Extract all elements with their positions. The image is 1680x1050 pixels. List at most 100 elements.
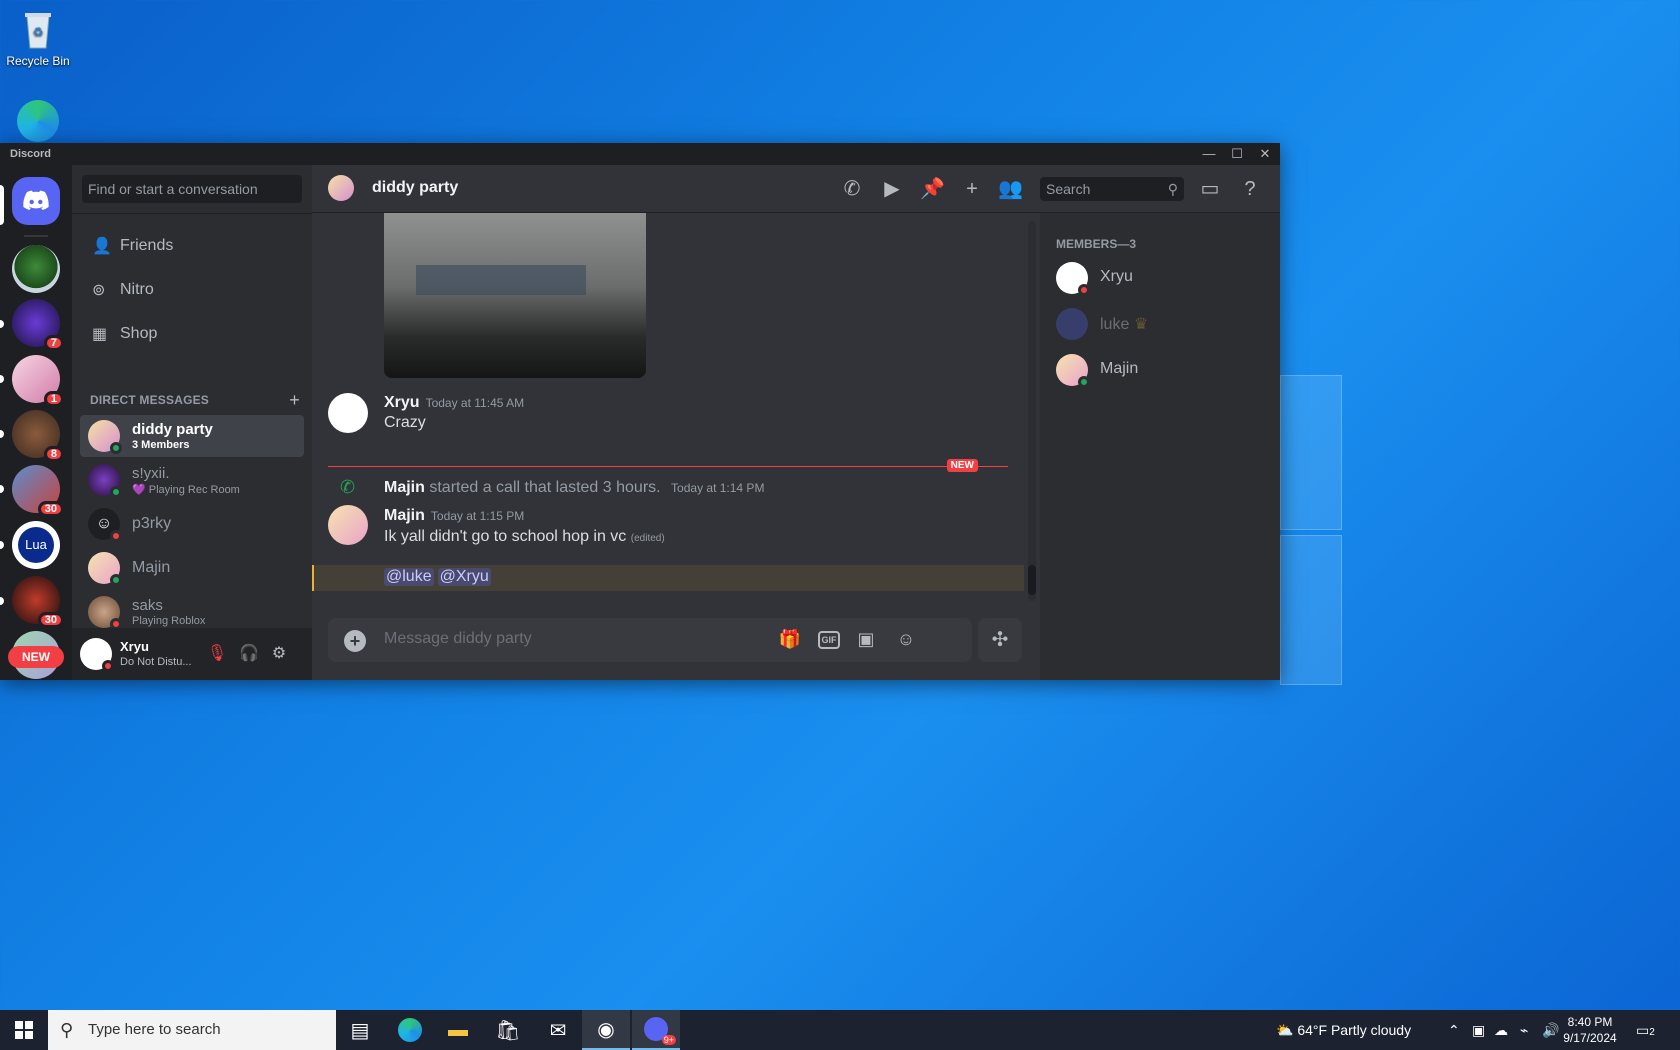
gift-icon[interactable]: 🎁 — [778, 629, 802, 651]
chat-header: diddy party ✆ ▶ 📌 + 👥 Search ⚲ ▭ ? — [312, 165, 1280, 213]
store-icon[interactable]: 🛍 — [484, 1010, 532, 1050]
xryu-avatar[interactable] — [328, 393, 368, 433]
recycle-bin-icon[interactable]: ♻ Recycle Bin — [0, 8, 76, 68]
dm-item-diddy-party[interactable]: diddy party 3 Members — [80, 415, 304, 457]
dm-name: diddy party — [132, 421, 213, 438]
message-body: Ik yall didn't go to school hop in vc — [384, 528, 627, 545]
mention-xryu[interactable]: @Xryu — [437, 568, 491, 586]
edge-desktop-icon[interactable] — [0, 100, 76, 146]
dm-name: s!yxii. — [132, 465, 170, 482]
direct-messages-title: DIRECT MESSAGES — [90, 393, 210, 407]
search-icon: ⚲ — [60, 1020, 74, 1040]
taskbar-search-placeholder: Type here to search — [88, 1021, 221, 1038]
show-member-list-icon[interactable]: 👥 — [998, 177, 1023, 201]
server-lua[interactable]: Lua — [12, 521, 60, 569]
message-input[interactable]: Message diddy party — [384, 630, 532, 648]
nav-shop[interactable]: ▦ Shop — [80, 313, 304, 355]
scroll-thumb[interactable] — [1028, 565, 1036, 595]
inbox-icon[interactable]: ▭ — [1198, 177, 1222, 201]
unread-pill — [0, 375, 4, 383]
unread-pill — [0, 541, 4, 549]
taskbar-search[interactable]: ⚲ Type here to search — [48, 1010, 336, 1050]
show-hidden-icons-chevron-icon[interactable]: ⌃ — [1448, 1010, 1460, 1050]
notification-center-icon[interactable]: ▭2 — [1636, 1010, 1655, 1050]
onedrive-cloud-icon[interactable]: ☁ — [1494, 1010, 1508, 1050]
message-composer[interactable]: + Message diddy party 🎁 GIF ▣ ☺ — [328, 618, 972, 662]
message-list: Xryu Today at 11:45 AM Crazy NEW ✆ Majin … — [312, 213, 1040, 605]
search-input[interactable]: Search ⚲ — [1040, 177, 1184, 201]
new-messages-divider: NEW — [328, 459, 1008, 472]
author-name: Majin — [384, 507, 425, 524]
dm-item-slyxii[interactable]: s!yxii. 💜 Playing Rec Room — [80, 459, 304, 501]
task-view-icon[interactable]: ▤ — [336, 1010, 384, 1050]
status-online-icon — [110, 486, 122, 498]
find-conversation-button[interactable]: Find or start a conversation — [82, 175, 302, 203]
start-button[interactable] — [0, 1010, 48, 1050]
member-majin[interactable]: Majin — [1048, 349, 1272, 391]
majin-avatar[interactable] — [328, 505, 368, 545]
steam-icon[interactable]: ◉ — [582, 1010, 630, 1050]
dm-item-p3rky[interactable]: ☺ p3rky — [80, 503, 304, 545]
help-icon[interactable]: ? — [1238, 177, 1262, 201]
svg-text:♻: ♻ — [33, 25, 44, 39]
gif-button[interactable]: GIF — [818, 631, 840, 649]
phone-call-icon: ✆ — [340, 477, 356, 497]
weather-widget[interactable]: ⛅ 64°F Partly cloudy — [1276, 1010, 1411, 1050]
server-4[interactable]: 8 — [12, 410, 64, 462]
friends-icon: 👤 — [92, 238, 112, 255]
scrollbar[interactable] — [1028, 221, 1036, 601]
start-video-call-icon[interactable]: ▶ — [880, 177, 904, 201]
call-author: Majin — [384, 479, 425, 496]
server-tree[interactable] — [12, 245, 60, 293]
nav-nitro[interactable]: ⊚ Nitro — [80, 269, 304, 311]
edge-taskbar-icon[interactable] — [386, 1010, 434, 1050]
sticker-icon[interactable]: ▣ — [854, 629, 878, 651]
add-friends-to-dm-icon[interactable]: + — [960, 177, 984, 201]
dm-item-majin[interactable]: Majin — [80, 547, 304, 589]
upload-plus-icon[interactable]: + — [344, 630, 366, 652]
dm-sub: 3 Members — [132, 439, 190, 451]
recycle-bin-image: ♻ — [17, 8, 59, 50]
nav-friends[interactable]: 👤 Friends — [80, 225, 304, 267]
server-5-badge: 30 — [37, 501, 64, 517]
server-5[interactable]: 30 — [12, 465, 64, 517]
pinned-messages-icon[interactable]: 📌 — [920, 177, 945, 201]
apps-icon[interactable]: ✣ — [978, 618, 1022, 662]
new-unreads-pill[interactable]: NEW — [8, 646, 64, 668]
server-7-badge: 30 — [37, 612, 64, 628]
notification-count: 2 — [1649, 1027, 1655, 1038]
message-author[interactable]: Xryu Today at 11:45 AM — [384, 394, 524, 412]
close-button[interactable]: ✕ — [1252, 143, 1278, 165]
server-7[interactable]: 30 — [12, 576, 64, 628]
clock-date: 9/17/2024 — [1563, 1031, 1617, 1045]
windows-wallpaper-logo — [1280, 355, 1480, 685]
mention-luke[interactable]: @luke — [384, 568, 434, 586]
mail-icon[interactable]: ✉ — [534, 1010, 582, 1050]
image-attachment[interactable] — [384, 213, 646, 378]
minimize-button[interactable]: — — [1196, 143, 1222, 165]
message-author[interactable]: Majin Today at 1:15 PM — [384, 507, 524, 525]
server-2[interactable]: 7 — [12, 299, 64, 351]
nitro-icon: ⊚ — [92, 282, 106, 299]
emoji-icon[interactable]: ☺ — [894, 629, 918, 651]
headphones-icon[interactable]: 🎧 — [238, 643, 260, 665]
file-explorer-icon[interactable]: ▬ — [434, 1010, 482, 1050]
dm-item-saks[interactable]: saks Playing Roblox — [80, 591, 304, 633]
mute-mic-icon[interactable]: 🎙 — [206, 643, 228, 665]
member-name: Xryu — [1100, 268, 1133, 285]
search-icon: ⚲ — [1167, 181, 1178, 197]
discord-taskbar-icon[interactable]: 9+ — [632, 1010, 680, 1050]
member-luke[interactable]: luke ♛ — [1048, 303, 1272, 345]
network-icon[interactable]: ⌁ — [1520, 1010, 1528, 1050]
settings-gear-icon[interactable]: ⚙ — [268, 643, 290, 665]
system-clock[interactable]: 8:40 PM 9/17/2024 — [1556, 1014, 1624, 1046]
home-button[interactable] — [12, 177, 60, 225]
maximize-button[interactable]: ☐ — [1224, 143, 1250, 165]
member-xryu[interactable]: Xryu — [1048, 257, 1272, 299]
message-timestamp: Today at 1:15 PM — [430, 509, 525, 523]
server-3[interactable]: 1 — [12, 355, 64, 407]
start-voice-call-icon[interactable]: ✆ — [840, 177, 864, 201]
status-dnd-icon — [1078, 284, 1090, 296]
meet-now-icon[interactable]: ▣ — [1472, 1010, 1485, 1050]
create-dm-plus-icon[interactable]: + — [289, 390, 300, 411]
